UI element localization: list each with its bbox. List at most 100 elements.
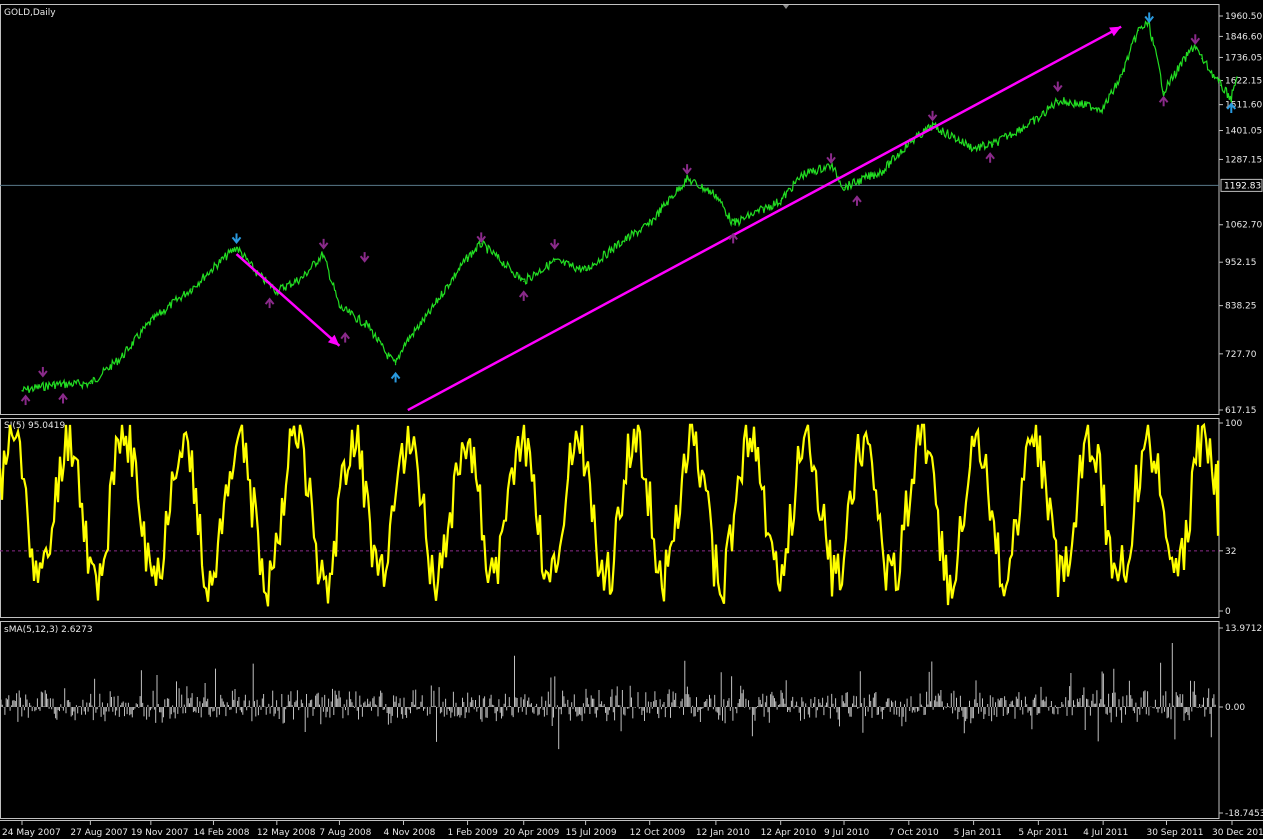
down-arrow-marker-icon[interactable] xyxy=(476,232,487,244)
up-arrow-marker-icon[interactable] xyxy=(518,290,529,301)
x-tick-label: 20 Apr 2009 xyxy=(504,828,560,838)
trading-chart[interactable]: GOLD,Daily 1960.50 1846.60 1736.05 1622.15 1… xyxy=(0,0,1263,839)
price-point xyxy=(931,125,934,127)
price-tick-label: 1960.50 xyxy=(1225,12,1262,22)
price-point xyxy=(1037,118,1039,120)
sma-histogram-bars xyxy=(0,643,1216,750)
histogram-pane-title: sMA(5,12,3) 2.6273 xyxy=(4,625,93,635)
price-point xyxy=(830,164,832,166)
price-point xyxy=(780,200,782,202)
osc-tick-label: 0 xyxy=(1225,607,1231,617)
price-tick-label: 1287.15 xyxy=(1225,155,1262,165)
up-arrow-marker-icon[interactable] xyxy=(852,195,862,206)
price-point xyxy=(384,352,387,354)
down-arrow-marker-icon[interactable] xyxy=(359,252,370,263)
price-point xyxy=(554,260,556,262)
histogram-pane[interactable]: sMA(5,12,3) 2.6273 13.9712 0.00 -18.7453 xyxy=(0,624,1263,819)
price-point xyxy=(21,390,23,392)
price-point xyxy=(715,194,717,196)
price-point xyxy=(190,288,192,290)
price-point xyxy=(89,382,91,385)
up-arrow-marker-icon[interactable] xyxy=(340,331,350,343)
up-arrow-marker-icon[interactable] xyxy=(985,152,995,163)
price-point xyxy=(394,364,397,366)
shift-marker-icon[interactable] xyxy=(783,5,789,9)
down-arrow-marker-icon[interactable] xyxy=(682,164,692,175)
pane-border-0 xyxy=(0,4,1220,415)
price-tick-label: 838.25 xyxy=(1225,302,1257,312)
x-tick-label: 5 Jan 2011 xyxy=(954,828,1002,838)
price-point xyxy=(1102,107,1104,110)
price-point xyxy=(621,241,623,243)
up-arrow-marker-icon[interactable] xyxy=(1158,95,1169,107)
osc-tick-label: 32 xyxy=(1225,547,1236,557)
x-tick-label: 14 Feb 2008 xyxy=(193,828,249,838)
price-point xyxy=(649,223,651,225)
x-tick-label: 9 Jul 2010 xyxy=(824,828,869,838)
x-tick-label: 12 Apr 2010 xyxy=(761,828,817,838)
x-tick-label: 24 May 2007 xyxy=(2,828,61,838)
x-axis: 24 May 2007 27 Aug 2007 19 Nov 2007 14 Feb … xyxy=(2,820,1263,838)
down-arrow-marker-icon[interactable] xyxy=(318,238,329,250)
price-pane-title: GOLD,Daily xyxy=(4,8,56,18)
price-tick-label: 617.15 xyxy=(1225,406,1257,416)
x-tick-label: 30 Dec 2011 xyxy=(1212,828,1263,838)
hist-tick-label: -18.7453 xyxy=(1225,809,1263,819)
price-point xyxy=(1201,58,1203,60)
up-arrow-marker-icon[interactable] xyxy=(390,371,401,383)
price-tick-label: 727.70 xyxy=(1225,350,1257,360)
price-point xyxy=(1219,84,1222,86)
oscillator-pane-title: SI(5) 95.0419 xyxy=(4,421,65,431)
oscillator-pane[interactable]: SI(5) 95.0419 100 32 0 xyxy=(0,419,1242,617)
price-point xyxy=(1236,76,1238,78)
price-point xyxy=(1230,97,1232,99)
down-arrow-marker-icon[interactable] xyxy=(826,153,836,164)
x-tick-label: 30 Sep 2011 xyxy=(1146,828,1203,838)
price-point xyxy=(1057,99,1059,102)
price-tick-label: 1736.05 xyxy=(1225,53,1262,63)
x-tick-label: 12 Jan 2010 xyxy=(696,828,750,838)
x-tick-label: 7 Aug 2008 xyxy=(319,828,371,838)
x-tick-label: 12 Oct 2009 xyxy=(630,828,686,838)
current-price-label: 1192.83 xyxy=(1224,181,1261,191)
price-point xyxy=(150,320,152,323)
price-point xyxy=(686,178,688,180)
price-point xyxy=(801,174,803,176)
price-point xyxy=(1120,76,1122,78)
price-point xyxy=(732,223,734,225)
down-arrow-marker-icon[interactable] xyxy=(1190,34,1201,45)
price-point xyxy=(235,246,238,248)
x-tick-label: 19 Nov 2007 xyxy=(131,828,189,838)
down-arrow-marker-icon[interactable] xyxy=(927,110,938,122)
down-arrow-marker-icon[interactable] xyxy=(549,239,560,250)
price-point xyxy=(1147,22,1150,24)
si-oscillator-line xyxy=(0,422,1220,607)
price-point xyxy=(338,306,341,308)
trendline-0[interactable] xyxy=(235,253,341,347)
price-point xyxy=(480,243,482,245)
x-tick-label: 4 Nov 2008 xyxy=(383,828,435,838)
up-arrow-marker-icon[interactable] xyxy=(264,297,275,309)
hist-tick-label: 0.00 xyxy=(1225,703,1245,713)
price-point xyxy=(843,187,845,189)
up-arrow-marker-icon[interactable] xyxy=(20,394,31,406)
down-arrow-marker-icon[interactable] xyxy=(38,366,48,378)
price-pane[interactable]: GOLD,Daily 1960.50 1846.60 1736.05 1622.15 1… xyxy=(0,8,1263,416)
price-tick-label: 1622.15 xyxy=(1225,77,1262,87)
price-point xyxy=(882,170,884,172)
price-point xyxy=(367,325,369,327)
price-point xyxy=(992,143,994,146)
price-point xyxy=(1163,91,1165,93)
pane-border-2 xyxy=(0,621,1220,819)
price-point xyxy=(972,147,975,149)
down-arrow-marker-icon[interactable] xyxy=(231,233,242,245)
up-arrow-marker-icon[interactable] xyxy=(58,392,68,404)
trendline-1[interactable] xyxy=(407,25,1122,412)
x-tick-label: 15 Jul 2009 xyxy=(566,828,617,838)
price-point xyxy=(585,269,587,271)
price-tick-label: 1846.60 xyxy=(1225,32,1262,42)
down-arrow-marker-icon[interactable] xyxy=(1053,81,1063,93)
x-tick-label: 4 Jul 2011 xyxy=(1083,828,1128,838)
down-arrow-marker-icon[interactable] xyxy=(1144,12,1155,24)
price-point xyxy=(523,280,525,282)
